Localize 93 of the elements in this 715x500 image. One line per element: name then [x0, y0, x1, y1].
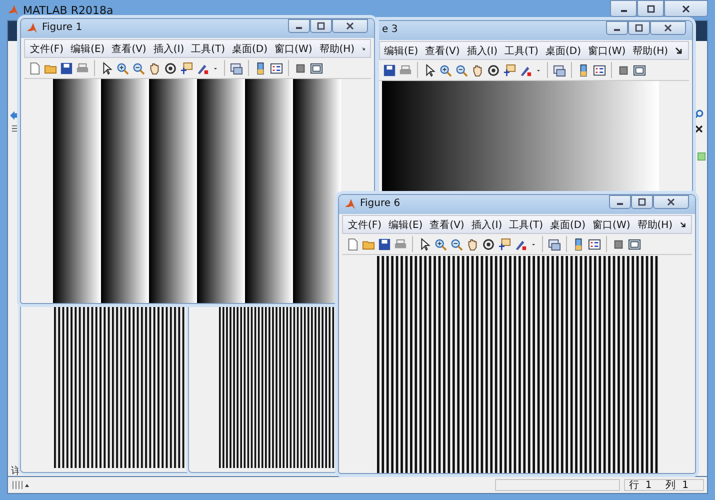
close-icon[interactable]	[666, 198, 676, 206]
row-indicator: 行 1	[629, 479, 652, 492]
menu-item[interactable]: 工具(T)	[191, 42, 226, 56]
maximize-button[interactable]	[631, 195, 653, 209]
square-icon[interactable]	[617, 64, 630, 76]
hand-icon[interactable]	[148, 62, 161, 74]
matlab-logo-icon	[7, 4, 19, 16]
data-cursor-icon[interactable]	[503, 64, 516, 76]
maximize-button[interactable]	[310, 19, 332, 33]
menu-item[interactable]: 工具(T)	[509, 218, 544, 232]
menu-item[interactable]: 编辑(E)	[388, 218, 423, 232]
menu-item[interactable]: 插入(I)	[471, 218, 502, 232]
menu-item[interactable]: 查看(V)	[425, 44, 460, 58]
menu-item[interactable]: 桌面(D)	[550, 218, 586, 232]
menu-item[interactable]: 查看(V)	[430, 218, 464, 232]
dock-arrow-icon[interactable]	[675, 46, 684, 54]
square-icon	[697, 152, 706, 161]
close-icon[interactable]	[694, 124, 704, 134]
figure-title: Figure 6	[360, 198, 400, 210]
menu-item[interactable]: 桌面(D)	[545, 44, 581, 58]
legend-icon[interactable]	[588, 238, 601, 250]
matlab-logo-icon	[26, 22, 38, 34]
menu-item[interactable]: 帮助(H)	[637, 218, 673, 232]
close-icon[interactable]	[663, 24, 673, 32]
close-button[interactable]	[650, 21, 686, 35]
zoom-in-icon[interactable]	[116, 62, 129, 74]
window-icon[interactable]	[310, 62, 323, 74]
dock-arrow-icon[interactable]	[680, 220, 686, 228]
link-icon[interactable]	[548, 238, 561, 250]
link-icon[interactable]	[553, 64, 566, 76]
menu-item[interactable]: 编辑(E)	[70, 42, 105, 56]
zoom-in-icon[interactable]	[439, 64, 452, 76]
minimize-button[interactable]	[606, 21, 628, 35]
legend-icon[interactable]	[270, 62, 283, 74]
data-cursor-icon[interactable]	[180, 62, 193, 74]
grip-icon[interactable]	[11, 480, 31, 490]
hand-icon[interactable]	[471, 64, 484, 76]
save-icon[interactable]	[383, 64, 396, 76]
close-icon[interactable]	[681, 4, 691, 12]
link-icon[interactable]	[230, 62, 243, 74]
menu-item[interactable]: 窗口(W)	[274, 42, 312, 56]
new-file-icon[interactable]	[346, 238, 359, 250]
rotate-icon[interactable]	[487, 64, 500, 76]
maximize-icon[interactable]	[634, 24, 644, 32]
zoom-out-icon[interactable]	[450, 238, 463, 250]
minimize-button[interactable]	[288, 19, 310, 33]
figure-title: e 3	[382, 24, 398, 36]
window-icon[interactable]	[633, 64, 646, 76]
menu-item[interactable]: 文件(F)	[30, 42, 64, 56]
zoom-in-icon[interactable]	[434, 238, 447, 250]
close-button[interactable]	[653, 195, 689, 209]
save-icon[interactable]	[378, 238, 391, 250]
maximize-icon[interactable]	[646, 4, 656, 12]
printer-icon[interactable]	[399, 64, 412, 76]
menu-item[interactable]: 查看(V)	[112, 42, 146, 56]
rotate-icon[interactable]	[164, 62, 177, 74]
zoom-out-icon[interactable]	[132, 62, 145, 74]
printer-icon[interactable]	[394, 238, 407, 250]
maximize-icon[interactable]	[316, 22, 326, 30]
menu-item[interactable]: 桌面(D)	[232, 42, 268, 56]
window-icon[interactable]	[628, 238, 641, 250]
printer-icon[interactable]	[76, 62, 89, 74]
hand-icon[interactable]	[466, 238, 479, 250]
minimize-button[interactable]	[609, 195, 631, 209]
maximize-button[interactable]	[637, 0, 664, 17]
data-cursor-icon[interactable]	[498, 238, 511, 250]
menu-item[interactable]: 插入(I)	[153, 42, 184, 56]
close-button[interactable]	[332, 19, 368, 33]
legend-icon[interactable]	[593, 64, 606, 76]
menu-item[interactable]: 窗口(W)	[592, 218, 630, 232]
zoom-out-icon[interactable]	[455, 64, 468, 76]
minimize-button[interactable]	[610, 0, 637, 17]
menu-item[interactable]: 文件(F)	[348, 218, 382, 232]
square-icon[interactable]	[612, 238, 625, 250]
menu-item[interactable]: 插入(I)	[466, 44, 498, 58]
menu-item[interactable]: 帮助(H)	[319, 42, 355, 56]
menu-item[interactable]: 编辑(E)	[384, 44, 418, 58]
square-icon[interactable]	[294, 62, 307, 74]
column-indicator: 列 1	[666, 479, 688, 492]
dock-arrow-icon[interactable]	[362, 44, 365, 52]
save-icon[interactable]	[60, 62, 73, 74]
window-title: MATLAB R2018a	[23, 4, 114, 16]
close-button[interactable]	[664, 0, 708, 17]
menu-item[interactable]: 工具(T)	[504, 44, 538, 58]
maximize-icon[interactable]	[637, 198, 647, 206]
maximize-button[interactable]	[628, 21, 650, 35]
menu-item[interactable]: 窗口(W)	[588, 44, 626, 58]
figure-title: Figure 1	[42, 22, 82, 34]
matlab-logo-icon	[344, 198, 356, 210]
rotate-icon[interactable]	[482, 238, 495, 250]
menu-item[interactable]: 帮助(H)	[632, 44, 668, 58]
new-file-icon[interactable]	[28, 62, 41, 74]
close-icon[interactable]	[345, 22, 355, 30]
